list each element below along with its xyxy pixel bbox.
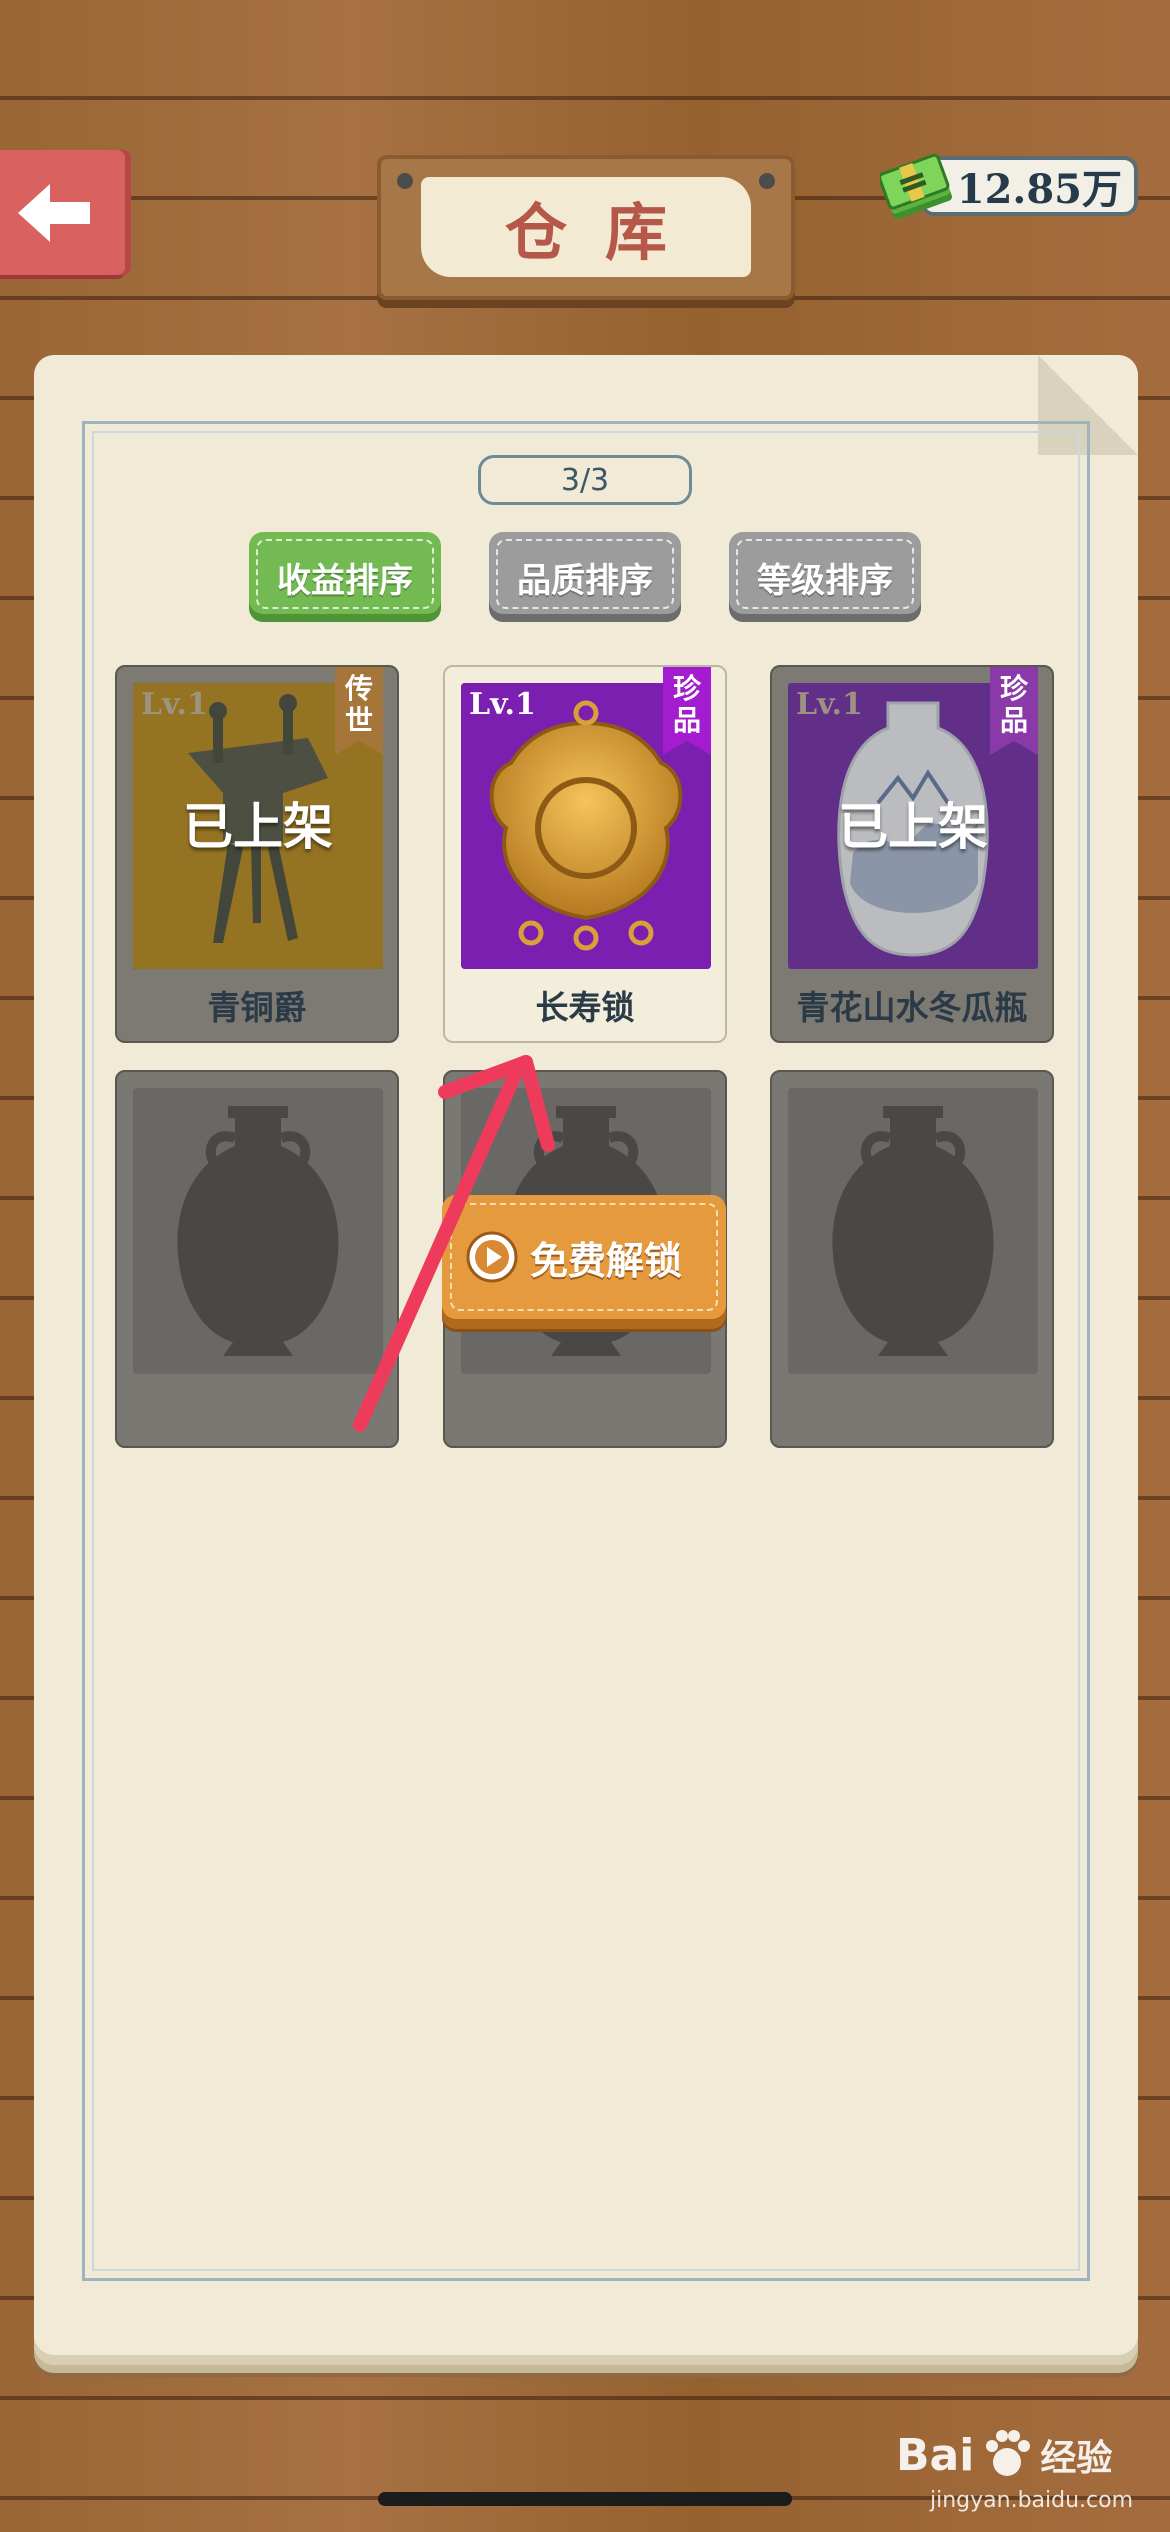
item-level: Lv.1 bbox=[141, 687, 208, 722]
item-card-blue-white-vase[interactable]: Lv.1 珍品 已上架 青花山水冬瓜瓶 bbox=[770, 665, 1054, 1043]
rarity-label: 传世 bbox=[345, 672, 374, 737]
free-unlock-label: 免费解锁 bbox=[530, 1238, 683, 1283]
item-name: 长寿锁 bbox=[535, 988, 635, 1027]
home-indicator[interactable] bbox=[378, 2492, 792, 2506]
slot-background bbox=[133, 1088, 383, 1374]
page-title: 仓库 bbox=[504, 196, 705, 269]
sort-by-quality-button[interactable]: 品质排序 bbox=[489, 532, 681, 622]
item-name: 青铜爵 bbox=[207, 988, 307, 1027]
back-button[interactable] bbox=[0, 150, 125, 275]
sort-by-level-button[interactable]: 等级排序 bbox=[729, 532, 921, 622]
free-unlock-button[interactable]: 免费解锁 bbox=[442, 1195, 726, 1319]
watermark-url: jingyan.baidu.com bbox=[930, 2488, 1134, 2513]
rarity-label: 珍品 bbox=[1000, 672, 1029, 737]
cash-stack-icon bbox=[880, 153, 953, 220]
sort-by-income-label: 收益排序 bbox=[277, 560, 413, 601]
back-arrow-icon bbox=[18, 184, 90, 242]
currency-amount: 12.85万 bbox=[956, 166, 1122, 213]
watermark-brand-cn: 经验 bbox=[1040, 2438, 1113, 2479]
shelved-status: 已上架 bbox=[838, 798, 988, 856]
sort-by-level-label: 等级排序 bbox=[757, 560, 893, 601]
play-video-icon bbox=[466, 1231, 518, 1283]
title-paper: 仓库 bbox=[421, 177, 751, 277]
item-name: 青花山水冬瓜瓶 bbox=[796, 988, 1028, 1027]
sort-by-income-button[interactable]: 收益排序 bbox=[249, 532, 441, 622]
vase-silhouette-icon bbox=[177, 1106, 339, 1356]
paw-logo-icon bbox=[986, 2430, 1031, 2476]
vase-silhouette-icon bbox=[832, 1106, 994, 1356]
rarity-label: 珍品 bbox=[673, 672, 702, 737]
item-card-longevity-lock[interactable]: Lv.1 珍品 长寿锁 bbox=[443, 665, 727, 1043]
page-indicator: 3/3 bbox=[478, 455, 692, 505]
currency-display: 12.85万 bbox=[880, 150, 1138, 220]
nail-icon bbox=[759, 173, 775, 189]
shelved-status: 已上架 bbox=[183, 798, 333, 856]
item-card-bronze-jue[interactable]: Lv.1 传世 已上架 青铜爵 bbox=[115, 665, 399, 1043]
slot-background bbox=[788, 1088, 1038, 1374]
item-level: Lv.1 bbox=[796, 687, 863, 722]
watermark-brand: Bai bbox=[896, 2429, 975, 2481]
title-sign: 仓库 bbox=[377, 155, 795, 300]
nail-icon bbox=[397, 173, 413, 189]
baidu-watermark: Bai 经验 bbox=[896, 2420, 1146, 2490]
sort-by-quality-label: 品质排序 bbox=[517, 560, 653, 601]
locked-slot[interactable] bbox=[770, 1070, 1054, 1448]
locked-slot[interactable] bbox=[115, 1070, 399, 1448]
item-level: Lv.1 bbox=[469, 687, 536, 722]
